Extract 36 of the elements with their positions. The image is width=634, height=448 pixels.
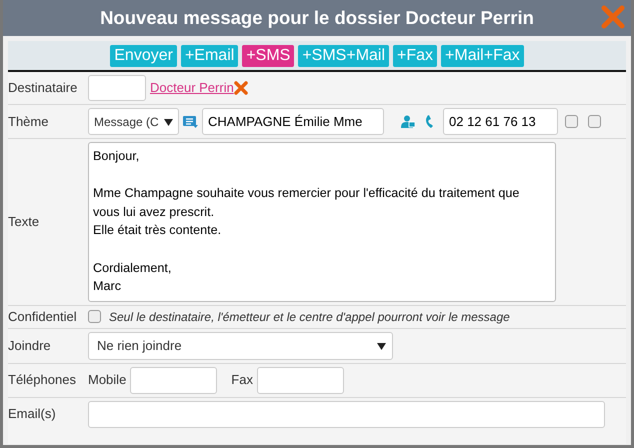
email-field[interactable] xyxy=(88,400,605,428)
toolbar-button[interactable]: +SMS+Mail xyxy=(298,44,390,66)
person-lock-icon[interactable] xyxy=(401,115,415,128)
patient-field[interactable]: CHAMPAGNE Émilie Mme xyxy=(202,108,384,135)
field-label: Confidentiel xyxy=(8,308,78,326)
field-label: Texte xyxy=(8,213,40,232)
phone-field[interactable]: 02 12 61 76 13 xyxy=(443,108,558,135)
toolbar-button[interactable]: +SMS xyxy=(242,44,294,66)
field-label: Destinataire xyxy=(8,79,78,98)
mobile-field[interactable] xyxy=(130,366,218,394)
field-label: Téléphones xyxy=(8,371,77,390)
checkbox[interactable] xyxy=(588,115,601,128)
card-icon[interactable] xyxy=(183,115,198,128)
toolbar-button[interactable]: +Mail+Fax xyxy=(441,44,524,66)
close-icon[interactable] xyxy=(601,5,625,29)
field-label: Joindre xyxy=(8,336,52,355)
confidential-note: Seul le destinataire, l'émetteur et le centre d'appel pourront voir le message xyxy=(109,308,510,326)
checkbox[interactable] xyxy=(565,115,578,128)
toolbar-button[interactable]: +Fax xyxy=(393,44,438,66)
theme-select[interactable]: Message (C xyxy=(88,108,179,135)
checkbox[interactable] xyxy=(88,310,101,324)
attach-select[interactable]: Ne rien joindre xyxy=(88,332,393,360)
toolbar-button[interactable]: +Email xyxy=(180,44,238,66)
field-label: Email(s) xyxy=(8,405,57,424)
caret-icon xyxy=(164,118,173,126)
remove-icon[interactable] xyxy=(234,81,248,95)
fax-field[interactable] xyxy=(256,366,344,394)
recipient-link[interactable]: Docteur Perrin xyxy=(150,78,234,98)
mobile-label: Mobile xyxy=(88,371,126,390)
recipient-field[interactable] xyxy=(88,75,146,101)
window-title: Nouveau message pour le dossier Docteur Perrin xyxy=(100,6,534,30)
toolbar-button[interactable]: Envoyer xyxy=(110,44,177,66)
message-textarea[interactable]: Bonjour, Mme Champagne souhaite vous remercier pour l'efficacité du traitement que vous lui avez prescrit. Elle était très contente. Cordialement, Marc xyxy=(88,142,556,302)
caret-icon xyxy=(377,342,386,350)
field-label: Thème xyxy=(8,112,50,131)
fax-label: Fax xyxy=(231,371,253,390)
